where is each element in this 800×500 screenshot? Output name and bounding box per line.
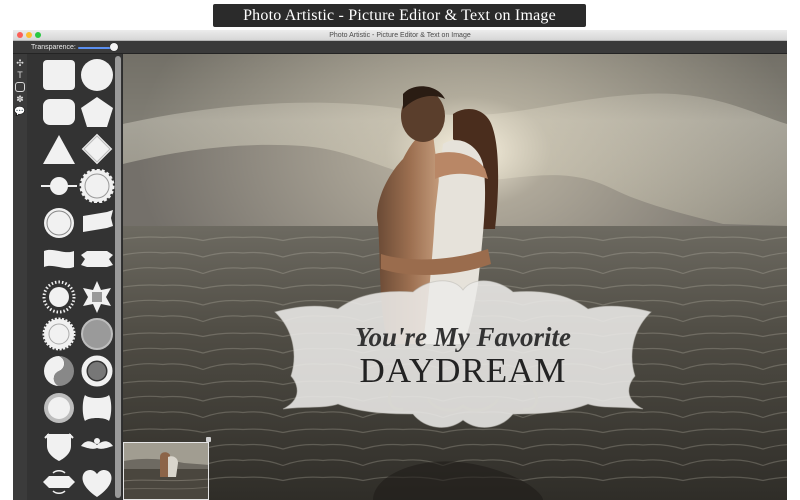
transparence-slider[interactable] [78,47,114,49]
transparence-slider-knob[interactable] [109,43,118,51]
shape-diamond[interactable] [79,132,115,166]
window-titlebar[interactable]: Photo Artistic - Picture Editor & Text o… [13,30,787,41]
app-title-banner: Photo Artistic - Picture Editor & Text o… [213,4,586,27]
shape-ornate-banner[interactable] [41,465,77,499]
tool-column: ✣ T ✽ 💬 [13,54,27,500]
overlay-text-line2[interactable]: DAYDREAM [283,351,643,391]
shape-library [27,54,122,500]
photo-canvas[interactable]: You're My Favorite DAYDREAM [123,54,787,500]
transparence-label: Transparence: [31,44,76,51]
photo [123,54,787,500]
shape-circle[interactable] [79,58,115,92]
speech-bubble-icon[interactable]: 💬 [14,106,25,116]
shape-heart[interactable] [79,465,115,499]
shape-rounded-rectangle[interactable] [41,95,77,129]
screen: Photo Artistic - Picture Editor & Text o… [0,0,800,500]
overlay-text-line1[interactable]: You're My Favorite [293,322,633,353]
toolbar: Transparence: [13,41,787,54]
shape-ring[interactable] [79,354,115,388]
shape-star-badge[interactable] [79,280,115,314]
shape-winged-ornament[interactable] [79,428,115,462]
shape-circle-with-lines[interactable] [41,169,77,203]
move-icon[interactable]: ✣ [15,58,25,68]
shape-rounded-square[interactable] [41,58,77,92]
shape-sunburst[interactable] [41,280,77,314]
shape-library-scrollbar[interactable] [115,56,121,498]
shape-grey-circle[interactable] [79,317,115,351]
shape-triangle[interactable] [41,132,77,166]
shape-pentagon[interactable] [79,95,115,129]
app-window: Photo Artistic - Picture Editor & Text o… [13,30,787,500]
shape-ornate-label[interactable] [79,391,115,425]
gear-icon[interactable]: ✽ [15,94,25,104]
shape-gear-badge[interactable] [41,317,77,351]
thumbnail-handle[interactable] [206,437,211,442]
shape-scalloped-circle[interactable] [79,169,115,203]
photo-thumbnail[interactable] [123,442,209,500]
shape-seal-circle[interactable] [41,391,77,425]
shape-split-circle[interactable] [41,354,77,388]
text-tool-icon[interactable]: T [15,70,25,80]
window-title: Photo Artistic - Picture Editor & Text o… [329,32,471,39]
shape-tool-icon[interactable] [15,82,25,92]
thumbnail-image [124,443,208,499]
shape-ribbon-banner[interactable] [79,243,115,277]
shape-shield-crest[interactable] [41,428,77,462]
shape-ribbon-flag[interactable] [79,206,115,240]
shape-ring-circle[interactable] [41,206,77,240]
shape-banner-wave[interactable] [41,243,77,277]
